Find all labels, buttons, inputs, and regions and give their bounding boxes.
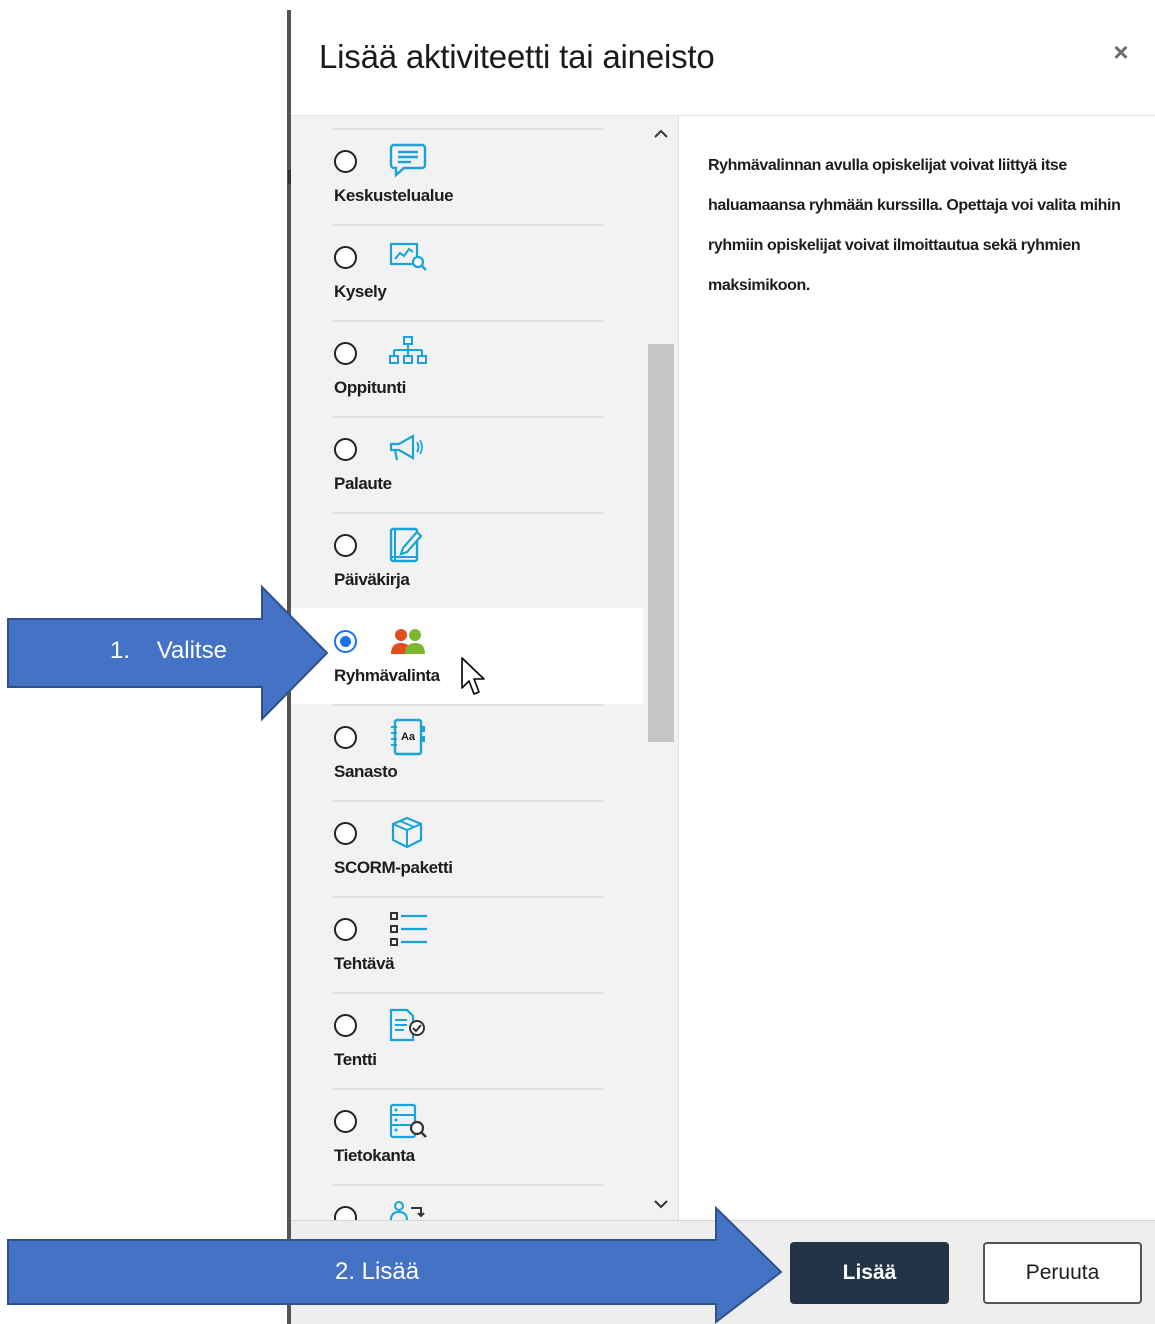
activity-separator: [333, 416, 603, 418]
activity-description-pane: Ryhmävalinnan avulla opiskelijat voivat …: [679, 116, 1155, 1220]
activity-option[interactable]: Kysely: [291, 224, 643, 320]
activity-separator: [333, 704, 603, 706]
modal-header: Lisää aktiviteetti tai aineisto ×: [291, 0, 1155, 116]
feedback-megaphone-icon: [387, 430, 429, 468]
quiz-check-icon: [387, 1006, 429, 1044]
activity-label: Oppitunti: [334, 378, 406, 397]
lesson-sitemap-icon: [387, 334, 429, 372]
database-search-icon: [387, 1102, 429, 1140]
survey-chart-icon: [387, 238, 429, 276]
activity-radio[interactable]: [334, 918, 357, 941]
activity-option[interactable]: Päiväkirja: [291, 512, 643, 608]
activity-label: Ryhmävalinta: [334, 666, 440, 685]
activity-radio[interactable]: [334, 534, 357, 557]
activity-label: SCORM-paketti: [334, 858, 453, 877]
activity-radio[interactable]: [334, 630, 357, 653]
svg-text:Aa: Aa: [401, 731, 416, 743]
activity-radio[interactable]: [334, 1014, 357, 1037]
activity-option[interactable]: Tietokanta: [291, 1088, 643, 1184]
activity-label: Palaute: [334, 474, 392, 493]
activity-label: Keskustelualue: [334, 186, 454, 205]
activity-radio[interactable]: [334, 246, 357, 269]
group-choice-people-icon: [387, 622, 429, 660]
activity-option[interactable]: Keskustelualue: [291, 128, 643, 224]
activity-radio[interactable]: [334, 1110, 357, 1133]
activity-separator: [333, 512, 603, 514]
activity-separator: [333, 800, 603, 802]
activity-label: Päiväkirja: [334, 570, 410, 589]
activity-label: Sanasto: [334, 762, 398, 781]
activity-label: Tentti: [334, 1050, 377, 1069]
activity-option[interactable]: Tehtävä: [291, 896, 643, 992]
activity-separator: [333, 1088, 603, 1090]
activity-label: Tehtävä: [334, 954, 395, 973]
annotation-step2-label: 2. Lisää: [335, 1258, 420, 1285]
activity-label: Tietokanta: [334, 1146, 415, 1165]
activity-option[interactable]: Palaute: [291, 416, 643, 512]
scroll-thumb[interactable]: [648, 344, 674, 742]
add-button[interactable]: Lisää: [790, 1242, 949, 1304]
glossary-book-icon: Aa: [387, 718, 429, 756]
scorm-package-icon: [387, 814, 429, 852]
activity-option[interactable]: Aa Sanasto: [291, 704, 643, 800]
activity-option[interactable]: SCORM-paketti: [291, 800, 643, 896]
add-activity-modal: Lisää aktiviteetti tai aineisto × Keskus…: [291, 0, 1155, 1324]
modal-title: Lisää aktiviteetti tai aineisto: [319, 38, 715, 75]
cancel-button[interactable]: Peruuta: [983, 1242, 1142, 1304]
scroll-up-chevron-icon[interactable]: [651, 124, 671, 144]
activity-radio[interactable]: [334, 438, 357, 461]
activity-option[interactable]: Tentti: [291, 992, 643, 1088]
mouse-cursor-icon: [461, 657, 485, 695]
close-button[interactable]: ×: [1103, 36, 1139, 72]
assignment-list-icon: [387, 910, 429, 948]
activity-radio[interactable]: [334, 822, 357, 845]
activity-radio[interactable]: [334, 342, 357, 365]
activity-radio[interactable]: [334, 150, 357, 173]
activity-separator: [333, 320, 603, 322]
annotation-step1-label: 1. Valitse: [110, 637, 227, 664]
activity-separator: [333, 128, 603, 130]
activity-separator: [333, 224, 603, 226]
activity-option[interactable]: Oppitunti: [291, 320, 643, 416]
forum-icon: [387, 142, 429, 180]
activity-separator: [333, 608, 603, 610]
activity-radio[interactable]: [334, 726, 357, 749]
activity-description: Ryhmävalinnan avulla opiskelijat voivat …: [708, 157, 1121, 294]
activity-separator: [333, 992, 603, 994]
activity-separator: [333, 896, 603, 898]
activity-label: Kysely: [334, 282, 387, 301]
activity-list-scrollbar[interactable]: [643, 116, 678, 1220]
activity-separator: [333, 1184, 603, 1186]
journal-edit-icon: [387, 526, 429, 564]
